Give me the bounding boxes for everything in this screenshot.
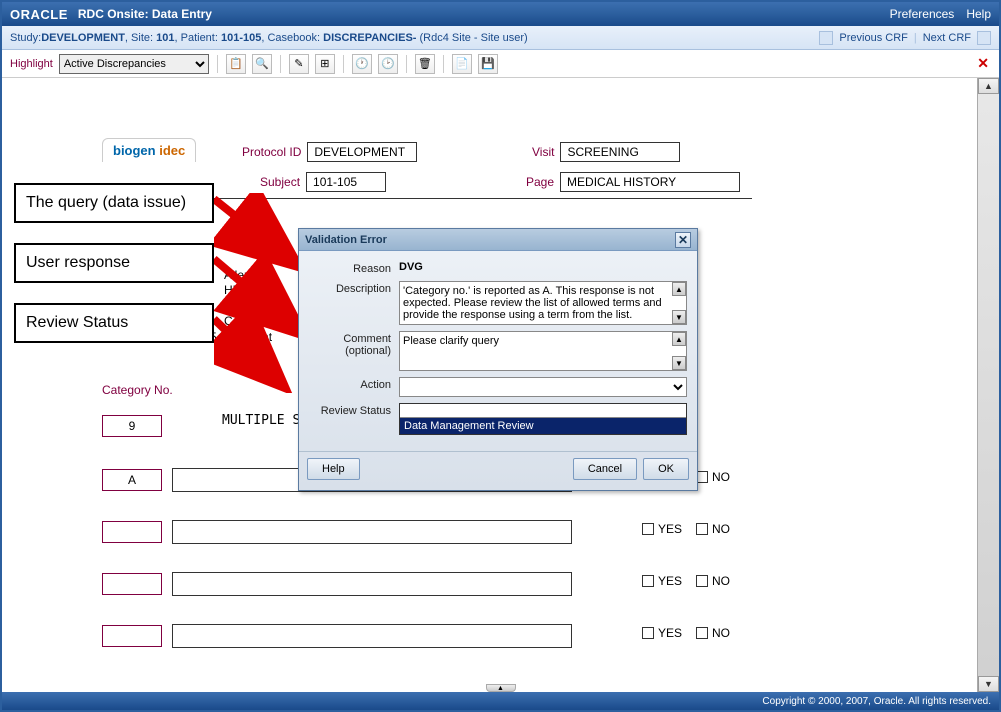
reason-value: DVG (399, 261, 423, 273)
category-input-5[interactable] (102, 625, 162, 647)
form-canvas: biogen idec Protocol ID DEVELOPMENT Visi… (2, 78, 977, 692)
study-value: DEVELOPMENT (41, 32, 125, 44)
next-crf-icon[interactable] (977, 31, 991, 45)
next-crf-link[interactable]: Next CRF (923, 32, 971, 44)
scroll-down-icon[interactable]: ▼ (672, 310, 686, 324)
scroll-down-icon[interactable]: ▼ (978, 676, 999, 692)
biogen-logo: biogen idec (102, 138, 196, 162)
protocol-label: Protocol ID (242, 145, 301, 159)
yes-checkbox[interactable] (642, 575, 654, 587)
study-bar: Study: DEVELOPMENT, Site: 101, Patient: … (2, 26, 999, 50)
toolbar-icon-7[interactable]: 📄 (452, 54, 472, 74)
yes-checkbox[interactable] (642, 627, 654, 639)
patient-label: Patient: (181, 32, 218, 44)
page-label: Page (526, 175, 554, 189)
desc-input-4[interactable] (172, 572, 572, 596)
titlebar: ORACLE RDC Onsite: Data Entry Preference… (2, 2, 999, 26)
visit-label: Visit (532, 145, 554, 159)
copyright-text: Copyright © 2000, 2007, Oracle. All righ… (762, 696, 991, 707)
save-icon[interactable]: 💾 (478, 54, 498, 74)
no-checkbox[interactable] (696, 627, 708, 639)
help-button[interactable]: Help (307, 458, 360, 480)
toolbar-icon-1[interactable]: 📋 (226, 54, 246, 74)
toolbar: Highlight Active Discrepancies 📋 🔍 ✎ ⊞ 🕐… (2, 50, 999, 78)
study-label: Study: (10, 32, 41, 44)
scroll-up-icon[interactable]: ▲ (978, 78, 999, 94)
site-value: 101 (156, 32, 174, 44)
page-field[interactable]: MEDICAL HISTORY (560, 172, 740, 192)
arrow-icon (214, 313, 294, 393)
description-textarea[interactable]: 'Category no.' is reported as A. This re… (399, 281, 687, 325)
no-checkbox[interactable] (696, 575, 708, 587)
casebook-label: Casebook: (267, 32, 320, 44)
casebook-value: DISCREPANCIES- (323, 32, 416, 44)
protocol-field[interactable]: DEVELOPMENT (307, 142, 417, 162)
app-title: RDC Onsite: Data Entry (78, 7, 212, 21)
close-icon[interactable]: ✕ (973, 55, 993, 72)
resize-handle-icon[interactable]: ▲ (486, 684, 516, 692)
reason-label: Reason (309, 261, 399, 275)
no-checkbox[interactable] (696, 523, 708, 535)
site-label: Site: (131, 32, 153, 44)
validation-error-dialog: Validation Error ✕ Reason DVG Descriptio… (298, 228, 698, 491)
action-select[interactable] (399, 377, 687, 397)
multiple-s-text: MULTIPLE S (222, 413, 300, 428)
annotation-status: Review Status (14, 303, 214, 343)
category-input-1[interactable] (102, 415, 162, 437)
toolbar-icon-5[interactable]: 🕐 (352, 54, 372, 74)
category-input-4[interactable] (102, 573, 162, 595)
category-input-3[interactable] (102, 521, 162, 543)
footer: Copyright © 2000, 2007, Oracle. All righ… (2, 692, 999, 710)
visit-field[interactable]: SCREENING (560, 142, 680, 162)
category-no-label: Category No. (102, 383, 173, 397)
review-status-label: Review Status (309, 403, 399, 417)
dialog-title: Validation Error (305, 234, 387, 246)
review-status-dropdown[interactable]: Data Management Review (399, 403, 687, 435)
toolbar-icon-2[interactable]: 🔍 (252, 54, 272, 74)
dialog-titlebar[interactable]: Validation Error ✕ (299, 229, 697, 251)
highlight-label: Highlight (10, 58, 53, 70)
desc-input-5[interactable] (172, 624, 572, 648)
vertical-scrollbar[interactable]: ▲ ▼ (977, 78, 999, 692)
cancel-button[interactable]: Cancel (573, 458, 637, 480)
scroll-down-icon[interactable]: ▼ (672, 356, 686, 370)
category-input-2[interactable] (102, 469, 162, 491)
scroll-up-icon[interactable]: ▲ (672, 332, 686, 346)
highlight-select[interactable]: Active Discrepancies (59, 54, 209, 74)
comment-textarea[interactable]: Please clarify query (399, 331, 687, 371)
toolbar-icon-6[interactable]: 🕑 (378, 54, 398, 74)
toolbar-icon-4[interactable]: ⊞ (315, 54, 335, 74)
dialog-close-icon[interactable]: ✕ (675, 232, 691, 248)
preferences-link[interactable]: Preferences (890, 7, 955, 21)
subject-label: Subject (260, 175, 300, 189)
previous-crf-link[interactable]: Previous CRF (839, 32, 907, 44)
ok-button[interactable]: OK (643, 458, 689, 480)
comment-label: Comment (optional) (309, 331, 399, 357)
oracle-logo: ORACLE (10, 7, 68, 22)
review-status-selected[interactable]: Data Management Review (400, 418, 686, 434)
annotation-response: User response (14, 243, 214, 283)
description-label: Description (309, 281, 399, 295)
annotation-query: The query (data issue) (14, 183, 214, 223)
desc-input-3[interactable] (172, 520, 572, 544)
action-label: Action (309, 377, 399, 391)
trash-icon[interactable]: 🗑 (415, 54, 435, 74)
patient-value: 101-105 (221, 32, 261, 44)
help-link[interactable]: Help (966, 7, 991, 21)
scroll-up-icon[interactable]: ▲ (672, 282, 686, 296)
yes-checkbox[interactable] (642, 523, 654, 535)
prev-crf-icon[interactable] (819, 31, 833, 45)
subject-field[interactable]: 101-105 (306, 172, 386, 192)
role-text: (Rdc4 Site - Site user) (420, 32, 528, 44)
toolbar-icon-3[interactable]: ✎ (289, 54, 309, 74)
